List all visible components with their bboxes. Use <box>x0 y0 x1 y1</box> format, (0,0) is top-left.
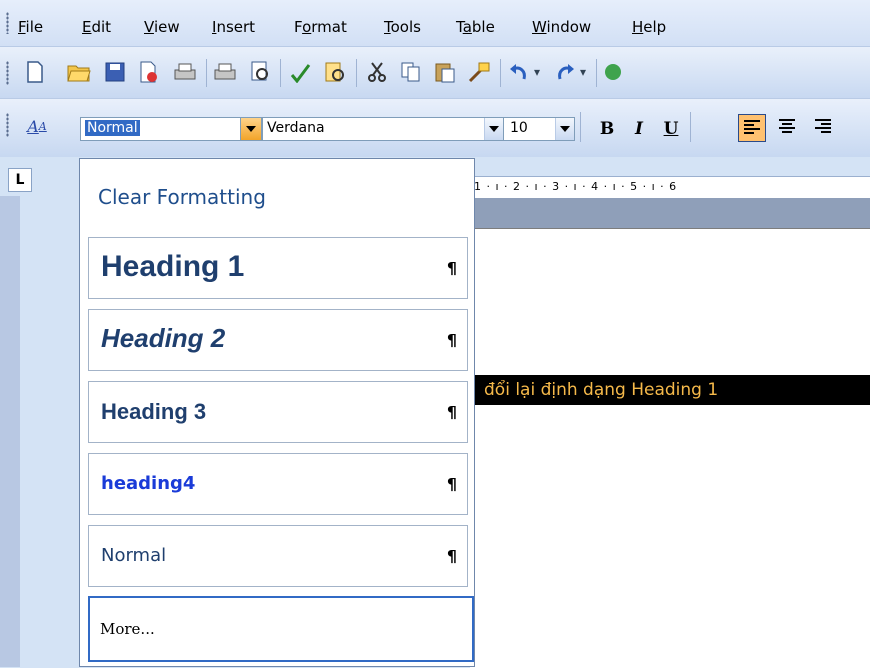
hyperlink-icon[interactable] <box>600 59 626 85</box>
new-document-icon[interactable] <box>22 59 48 85</box>
chevron-down-icon <box>246 126 256 132</box>
align-right-icon <box>815 119 831 133</box>
menu-edit[interactable]: Edit <box>82 18 111 36</box>
underline-button[interactable]: U <box>658 117 684 141</box>
vertical-ruler <box>0 196 20 667</box>
style-combo-value[interactable]: Normal <box>85 120 140 136</box>
toolbar-separator <box>206 59 207 87</box>
menu-file[interactable]: File <box>18 18 43 36</box>
paragraph-mark-icon: ¶ <box>446 258 457 278</box>
font-combo-value[interactable]: Verdana <box>267 120 325 136</box>
permission-icon[interactable] <box>136 59 162 85</box>
undo-dropdown-icon[interactable]: ▾ <box>530 59 544 85</box>
style-combo[interactable]: Normal <box>80 117 262 141</box>
align-center-icon <box>779 119 795 133</box>
redo-icon[interactable] <box>552 59 578 85</box>
menu-insert[interactable]: Insert <box>212 18 255 36</box>
style-option-label: Heading 2 <box>101 323 226 353</box>
page-margin-area <box>470 198 870 228</box>
print-icon-2[interactable] <box>212 59 238 85</box>
align-center-button[interactable] <box>774 114 802 142</box>
menu-help[interactable]: Help <box>632 18 666 36</box>
align-right-button[interactable] <box>810 114 838 142</box>
menu-view[interactable]: View <box>144 18 180 36</box>
font-combo[interactable]: Verdana <box>262 117 504 141</box>
menubar-grip[interactable] <box>6 12 9 34</box>
print-preview-icon[interactable] <box>248 59 274 85</box>
chevron-down-icon <box>560 126 570 132</box>
paragraph-mark-icon: ¶ <box>446 402 457 422</box>
tab-selector[interactable]: L <box>8 168 32 192</box>
paragraph-mark-icon: ¶ <box>446 546 457 566</box>
redo-dropdown-icon[interactable]: ▾ <box>576 59 590 85</box>
selected-text[interactable]: đổi lại định dạng Heading 1 <box>470 375 870 405</box>
open-folder-icon[interactable] <box>66 59 92 85</box>
chevron-down-icon <box>489 126 499 132</box>
font-size-value[interactable]: 10 <box>510 120 528 136</box>
paste-icon[interactable] <box>432 59 458 85</box>
toolbar-grip[interactable] <box>6 61 9 85</box>
style-option-label: Normal <box>101 545 167 566</box>
bold-button[interactable]: B <box>594 117 620 141</box>
print-icon[interactable] <box>172 59 198 85</box>
style-option-heading-1[interactable]: Heading 1 ¶ <box>88 237 468 299</box>
toolbar-separator <box>690 112 691 142</box>
save-icon[interactable] <box>102 59 128 85</box>
toolbar-separator <box>580 112 581 142</box>
more-styles-label: More... <box>100 620 155 638</box>
copy-icon[interactable] <box>398 59 424 85</box>
paragraph-mark-icon: ¶ <box>446 330 457 350</box>
font-size-dropdown-button[interactable] <box>555 118 574 140</box>
toolbar-grip[interactable] <box>6 113 9 137</box>
align-left-icon <box>744 120 760 134</box>
style-option-label: Heading 1 <box>101 250 245 283</box>
paragraph-mark-icon: ¶ <box>446 474 457 494</box>
menu-format[interactable]: Format <box>294 18 347 36</box>
toolbar-separator <box>280 59 281 87</box>
style-dropdown-button[interactable] <box>240 118 261 140</box>
menu-tools[interactable]: Tools <box>384 18 421 36</box>
menu-table[interactable]: Table <box>456 18 495 36</box>
cut-icon[interactable] <box>364 59 390 85</box>
clear-formatting-option[interactable]: Clear Formatting <box>98 185 266 209</box>
spelling-icon[interactable] <box>288 59 314 85</box>
menu-bar: File Edit View Insert Format Tools Table… <box>0 0 870 46</box>
style-option-heading4[interactable]: heading4 ¶ <box>88 453 468 515</box>
align-left-button[interactable] <box>738 114 766 142</box>
font-dropdown-button[interactable] <box>484 118 503 140</box>
style-option-normal[interactable]: Normal ¶ <box>88 525 468 587</box>
ruler-scale: 1 · ı · 2 · ı · 3 · ı · 4 · ı · 5 · ı · … <box>474 180 678 193</box>
toolbar-separator <box>356 59 357 87</box>
format-painter-icon[interactable] <box>466 59 492 85</box>
styles-and-formatting-icon[interactable]: AA <box>24 113 50 139</box>
toolbar-separator <box>596 59 597 87</box>
standard-toolbar: ▾ ▾ <box>0 46 870 99</box>
font-size-combo[interactable]: 10 <box>503 117 575 141</box>
document-page[interactable] <box>470 228 870 668</box>
italic-button[interactable]: I <box>626 117 652 141</box>
research-icon[interactable] <box>322 59 348 85</box>
more-styles-option[interactable]: More... <box>88 596 474 662</box>
style-option-heading-3[interactable]: Heading 3 ¶ <box>88 381 468 443</box>
style-option-label: heading4 <box>101 473 196 494</box>
toolbar-separator <box>500 59 501 87</box>
style-option-heading-2[interactable]: Heading 2 ¶ <box>88 309 468 371</box>
menu-window[interactable]: Window <box>532 18 591 36</box>
horizontal-ruler[interactable]: 1 · ı · 2 · ı · 3 · ı · 4 · ı · 5 · ı · … <box>470 176 870 200</box>
undo-icon[interactable] <box>506 59 532 85</box>
style-option-label: Heading 3 <box>101 399 207 424</box>
style-dropdown-list: Clear Formatting Heading 1 ¶ Heading 2 ¶… <box>79 158 475 667</box>
